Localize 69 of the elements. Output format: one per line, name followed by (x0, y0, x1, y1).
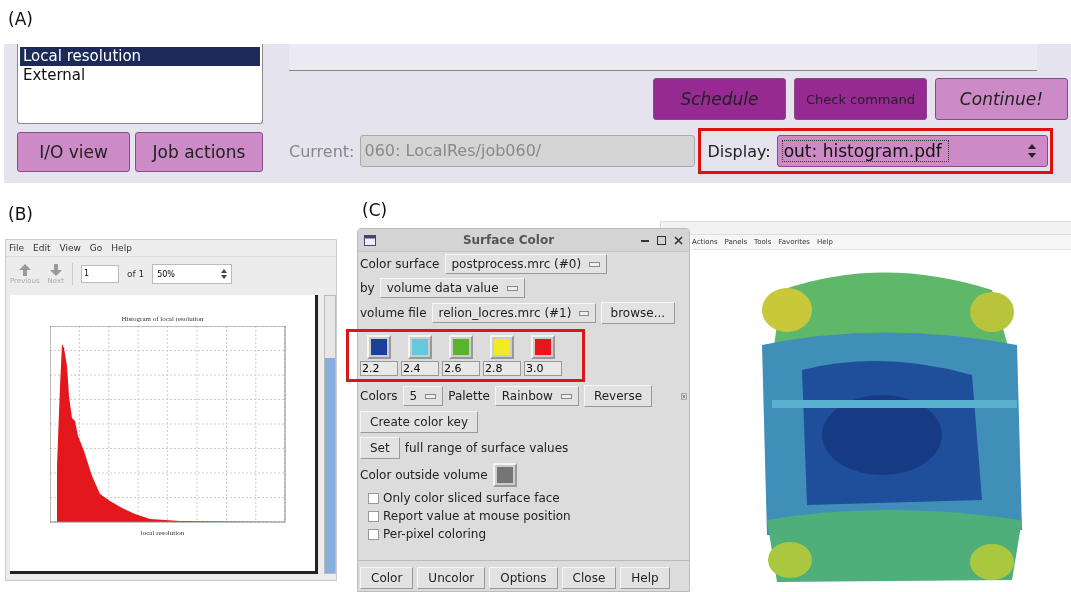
checkbox[interactable] (368, 528, 379, 540)
down-arrow-icon (49, 263, 62, 276)
color-swatch[interactable] (408, 335, 432, 359)
option-menu[interactable]: 5 (402, 386, 444, 406)
menu-item[interactable]: Edit (33, 243, 51, 253)
set-button[interactable]: Set (360, 437, 400, 459)
threshold-field[interactable]: 2.6 (442, 361, 480, 376)
job-type-item[interactable]: External (20, 66, 260, 85)
page-field[interactable]: 1 (80, 265, 119, 283)
field-label: by (360, 281, 375, 295)
checkbox[interactable] (368, 510, 379, 522)
spinner-icon (221, 269, 228, 279)
threshold-field[interactable]: 2.2 (360, 361, 398, 376)
field-label: Color outside volume (360, 468, 488, 482)
create-key-button[interactable]: Create color key (360, 411, 479, 433)
threshold-field[interactable]: 2.4 (401, 361, 439, 376)
display-label: Display: (707, 141, 771, 161)
threshold-field[interactable]: 3.0 (524, 361, 562, 376)
color-swatch[interactable] (367, 335, 391, 359)
field-label: Palette (448, 389, 490, 403)
close-icon (674, 235, 683, 245)
panel-label: (C) (362, 200, 388, 220)
option-menu[interactable]: volume data value (379, 278, 525, 298)
panel-label: (A) (8, 9, 33, 29)
window-icon (364, 234, 376, 246)
option-menu[interactable]: relion_locres.mrc (#1) (431, 303, 596, 323)
window-title: Surface Color (461, 233, 556, 247)
view-button[interactable]: I/O view (17, 132, 130, 172)
checkbox-label: Per-pixel coloring (383, 527, 486, 541)
panel-label: (B) (8, 204, 33, 224)
menu-item[interactable]: File (9, 243, 25, 253)
minimize-icon (641, 239, 649, 242)
field-label: volume file (360, 306, 427, 320)
menu-item[interactable]: Go (89, 243, 103, 253)
threshold-field[interactable]: 2.8 (483, 361, 521, 376)
current-label: Current: (289, 141, 355, 161)
checkbox-label: Report value at mouse position (383, 509, 571, 523)
dialog-button[interactable]: Help (620, 567, 670, 589)
up-arrow-icon (18, 263, 31, 276)
color-swatch[interactable] (490, 335, 514, 359)
color-swatch[interactable] (531, 335, 555, 359)
dialog-button[interactable]: Color (360, 567, 414, 589)
job-type-item[interactable]: Local resolution (20, 47, 260, 66)
field-label: Color surface (360, 257, 440, 271)
color-swatch[interactable] (449, 335, 473, 359)
dialog-button[interactable]: Close (561, 567, 617, 589)
field-label: Colors (360, 389, 398, 403)
color-swatch[interactable] (492, 463, 517, 487)
option-menu[interactable]: postprocess.mrc (#0) (444, 254, 608, 274)
scrollbar-thumb[interactable] (325, 358, 335, 573)
maximize-icon (657, 235, 666, 245)
menu-item[interactable]: View (59, 243, 81, 253)
checkbox[interactable] (368, 492, 379, 504)
close-icon (681, 390, 687, 402)
view-button[interactable]: Job actions (135, 132, 263, 172)
reverse-button[interactable]: Reverse (583, 385, 653, 407)
display-dropdown[interactable]: out: histogram.pdf (776, 135, 1049, 167)
checkbox-label: Only color sliced surface face (383, 491, 560, 505)
run-button[interactable]: Continue! (935, 78, 1068, 120)
zoom-dropdown[interactable]: 50% (152, 264, 233, 284)
field-label: full range of surface values (404, 441, 569, 455)
spinner-icon (1027, 143, 1038, 159)
menu-item[interactable]: Help (111, 243, 132, 253)
option-menu[interactable]: Rainbow (494, 386, 579, 406)
dialog-button[interactable]: Uncolor (417, 567, 486, 589)
browse-button[interactable]: browse... (600, 302, 676, 324)
page-count: of 1 (126, 269, 145, 279)
scrollbar[interactable] (324, 295, 336, 574)
dialog-button[interactable]: Options (489, 567, 558, 589)
